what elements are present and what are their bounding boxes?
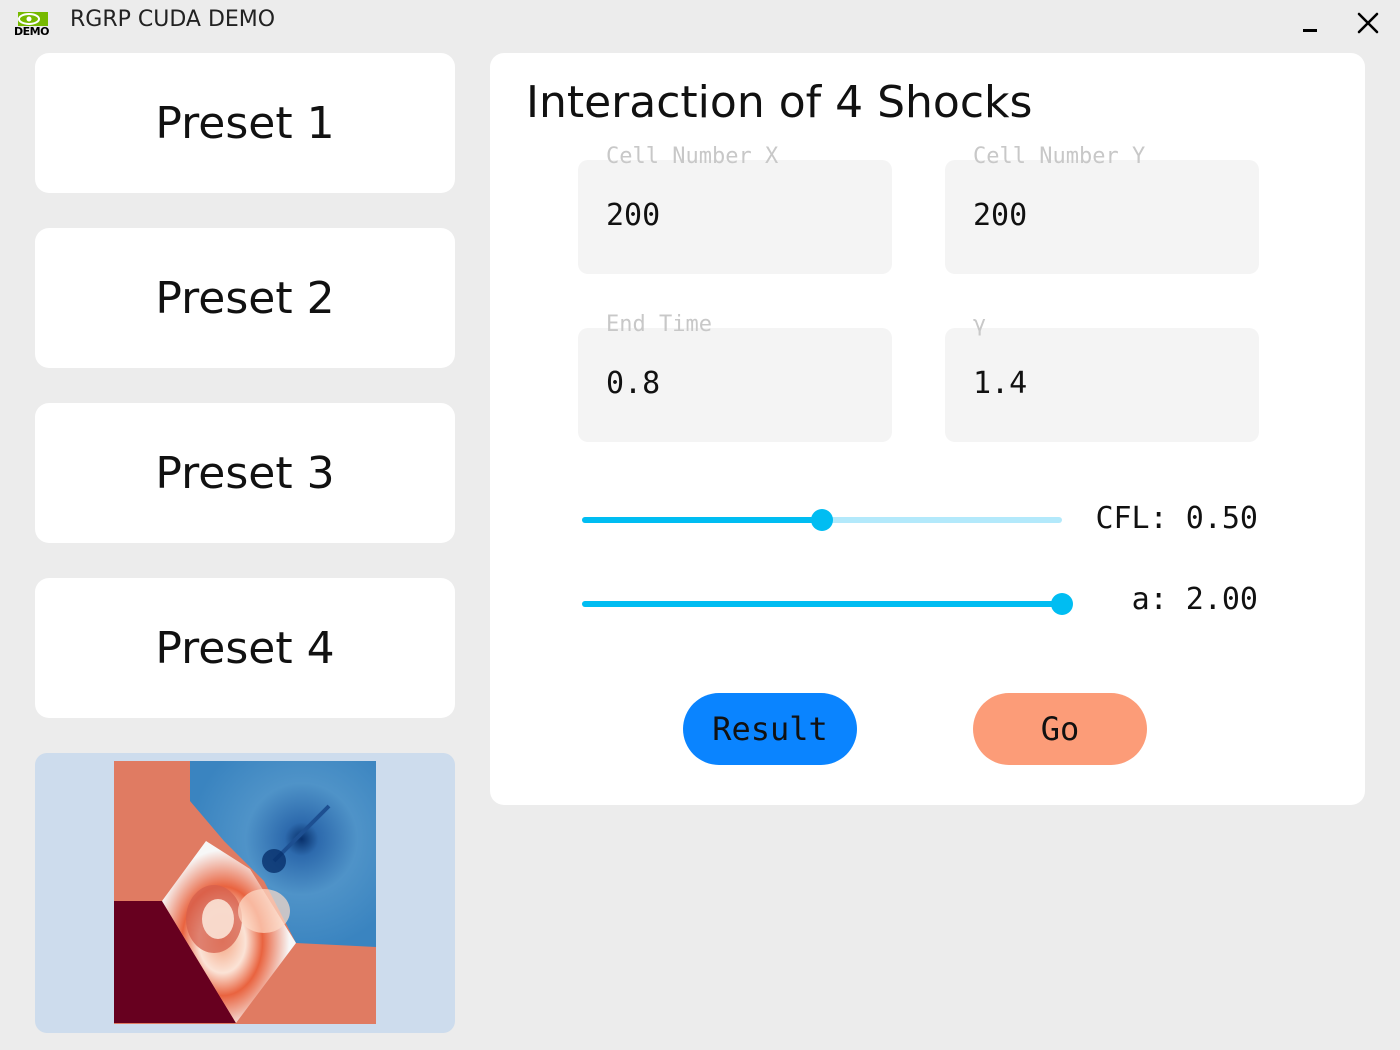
end-time-value[interactable]: 0.8 xyxy=(606,366,660,401)
gamma-value[interactable]: 1.4 xyxy=(973,366,1027,401)
a-slider[interactable] xyxy=(582,592,1073,616)
result-preview xyxy=(35,753,455,1033)
minimize-icon xyxy=(1303,29,1317,32)
cell-number-y-label: Cell Number Y xyxy=(973,144,1146,169)
minimize-button[interactable] xyxy=(1292,6,1328,40)
cell-number-x-value[interactable]: 200 xyxy=(606,198,660,233)
logo-label: DEMO xyxy=(14,25,49,38)
cfl-slider[interactable] xyxy=(582,508,1062,532)
gamma-label: γ xyxy=(973,312,987,337)
go-button[interactable]: Go xyxy=(973,693,1147,765)
end-time-label: End Time xyxy=(606,312,712,337)
simulation-preview-image xyxy=(114,761,376,1024)
end-time-field[interactable]: End Time 0.8 xyxy=(578,312,892,442)
panel-title: Interaction of 4 Shocks xyxy=(526,77,1033,128)
cell-number-y-field[interactable]: Cell Number Y 200 xyxy=(945,144,1259,274)
window-title: RGRP CUDA DEMO xyxy=(70,7,276,32)
title-bar: DEMO RGRP CUDA DEMO xyxy=(0,0,1400,46)
preset-3-button[interactable]: Preset 3 xyxy=(35,403,455,543)
a-slider-fill xyxy=(582,601,1062,607)
result-button[interactable]: Result xyxy=(683,693,857,765)
cell-number-x-label: Cell Number X xyxy=(606,144,779,169)
app-logo: DEMO xyxy=(12,8,52,38)
cfl-value: CFL: 0.50 xyxy=(1095,501,1258,536)
cfl-slider-fill xyxy=(582,517,822,523)
close-icon xyxy=(1357,12,1379,34)
close-button[interactable] xyxy=(1350,6,1386,40)
parameters-panel: Interaction of 4 Shocks Cell Number X 20… xyxy=(490,53,1365,805)
preset-1-button[interactable]: Preset 1 xyxy=(35,53,455,193)
a-value: a: 2.00 xyxy=(1131,582,1258,617)
cell-number-x-field[interactable]: Cell Number X 200 xyxy=(578,144,892,274)
preset-4-button[interactable]: Preset 4 xyxy=(35,578,455,718)
preset-2-button[interactable]: Preset 2 xyxy=(35,228,455,368)
cell-number-y-value[interactable]: 200 xyxy=(973,198,1027,233)
a-slider-thumb[interactable] xyxy=(1051,593,1073,615)
gamma-field[interactable]: γ 1.4 xyxy=(945,312,1259,442)
cfl-slider-thumb[interactable] xyxy=(811,509,833,531)
